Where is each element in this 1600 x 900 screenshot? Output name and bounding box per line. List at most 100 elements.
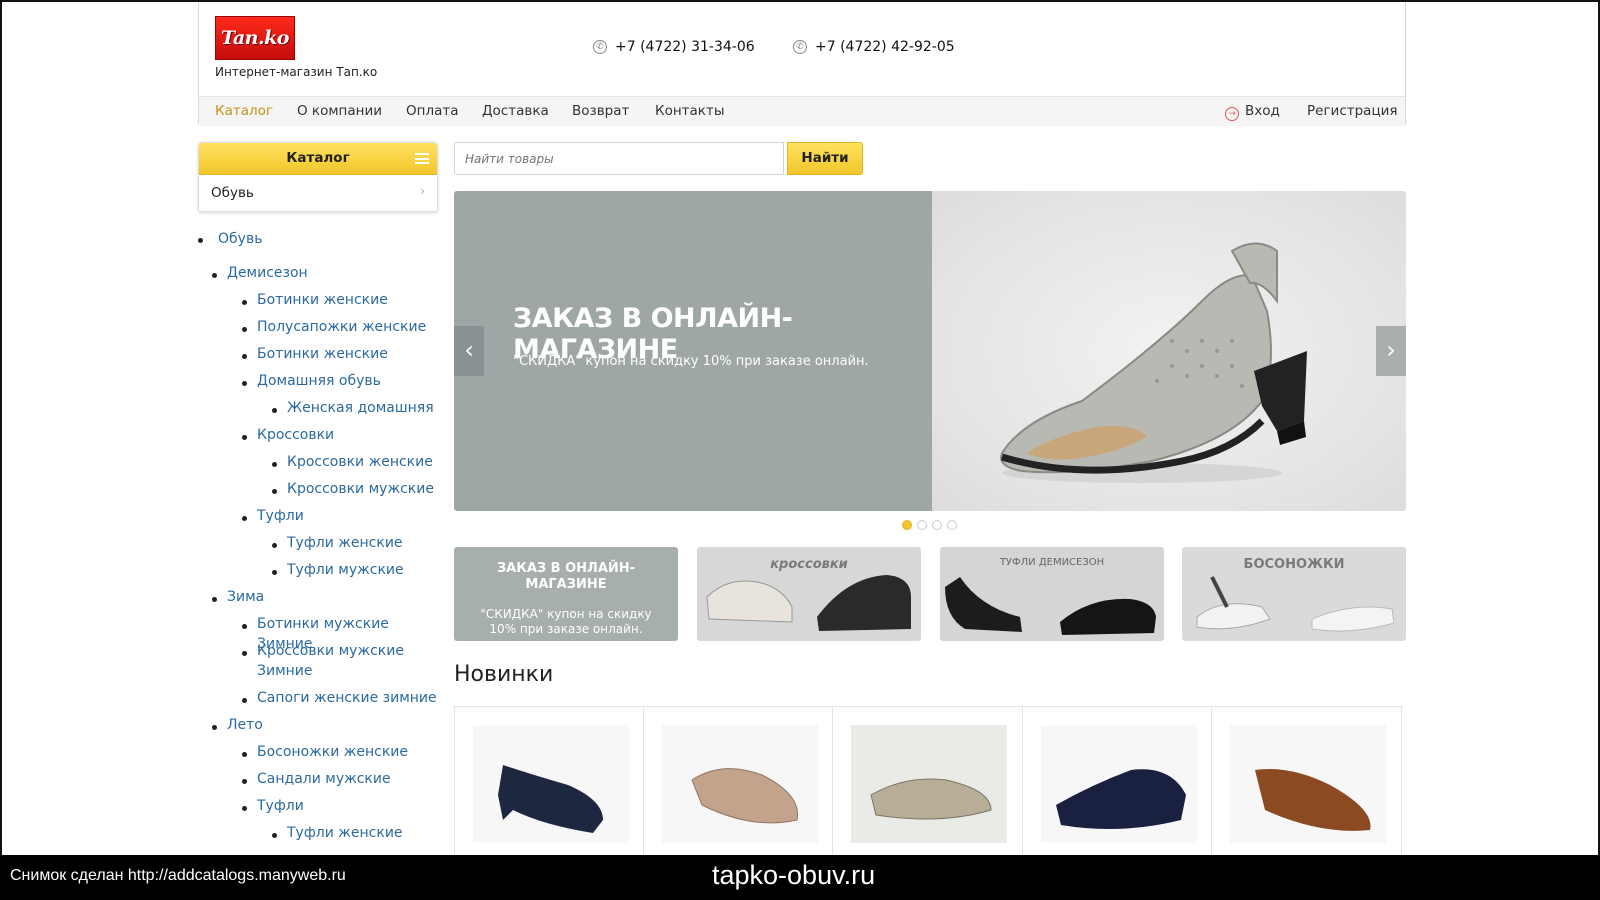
logo-text: Tan.ko (221, 27, 289, 49)
tree-item[interactable]: Лето (227, 716, 263, 736)
tree-link[interactable]: Туфли (257, 798, 304, 814)
slide-subtitle: "СКИДКА" купон на скидку 10% при заказе … (513, 354, 869, 369)
tree-item[interactable]: Сапоги женские зимние (257, 689, 437, 709)
slider-dot[interactable] (947, 520, 957, 530)
nav-delivery[interactable]: Доставка (482, 103, 549, 119)
banner-title: ЗАКАЗ В ОНЛАЙН-МАГАЗИНЕ (496, 561, 636, 592)
tree-link[interactable]: Кроссовки мужские (287, 481, 434, 497)
tree-item[interactable]: Женская домашняя (287, 399, 434, 419)
tree-item[interactable]: Кроссовки мужские Зимние (257, 642, 427, 681)
nav-returns[interactable]: Возврат (572, 103, 629, 119)
tree-item[interactable]: Туфли женские (287, 534, 403, 554)
tree-link[interactable]: Ботинки женские (257, 292, 388, 308)
nav-about[interactable]: О компании (297, 103, 382, 119)
product-image[interactable] (473, 725, 629, 843)
phone-1[interactable]: ✆ +7 (4722) 31-34-06 (593, 39, 755, 55)
hero-slider: ЗАКАЗ В ОНЛАЙН-МАГАЗИНЕ "СКИДКА" купон н… (454, 191, 1406, 511)
tree-item[interactable]: Демисезон (227, 264, 308, 284)
slider-prev-button[interactable]: ‹ (454, 326, 484, 376)
tree-item[interactable]: Полусапожки женские (257, 318, 426, 338)
tree-link[interactable]: Сандали мужские (257, 771, 391, 787)
tree-item[interactable]: Ботинки женские (257, 291, 388, 311)
banner-online-order[interactable]: ЗАКАЗ В ОНЛАЙН-МАГАЗИНЕ "СКИДКА" купон н… (454, 547, 678, 641)
tree-link-demiseason[interactable]: Демисезон (227, 265, 308, 281)
slider-next-button[interactable]: › (1376, 326, 1406, 376)
bullet (212, 725, 217, 730)
banner-demiseason-shoes[interactable]: ТУФЛИ ДЕМИСЕЗОН (940, 547, 1164, 641)
search-button[interactable]: Найти (787, 142, 863, 175)
tree-link[interactable]: Ботинки женские (257, 346, 388, 362)
browser-frame: Tan.ko Интернет-магазин Тап.ко ✆ +7 (472… (0, 0, 1600, 855)
tree-item[interactable]: Домашняя обувь (257, 372, 381, 392)
bullet (242, 651, 247, 656)
search-input[interactable] (454, 142, 784, 175)
tree-item[interactable]: Ботинки женские (257, 345, 388, 365)
bullet (242, 752, 247, 757)
tree-item[interactable]: Зима (227, 588, 264, 608)
bullet (242, 779, 247, 784)
tree-item[interactable]: Обувь (218, 230, 262, 250)
site-logo[interactable]: Tan.ko (215, 16, 295, 60)
product-image[interactable] (1229, 725, 1386, 843)
slider-dot[interactable] (917, 520, 927, 530)
tree-link[interactable]: Женская домашняя (287, 400, 434, 416)
product-image[interactable] (662, 725, 819, 843)
tree-item[interactable]: Туфли (257, 797, 304, 817)
product-image[interactable] (1040, 725, 1197, 843)
bullet (242, 300, 247, 305)
slider-pagination (902, 520, 957, 530)
catalog-item-shoes[interactable]: Обувь › (199, 175, 437, 211)
phone-number: +7 (4722) 31-34-06 (615, 39, 755, 55)
login-link[interactable]: → Вход (1225, 103, 1280, 121)
tree-link[interactable]: Кроссовки мужские Зимние (257, 643, 404, 679)
tree-link[interactable]: Сапоги женские зимние (257, 690, 437, 706)
tree-link[interactable]: Туфли женские (287, 535, 403, 551)
bullet (242, 698, 247, 703)
tree-item[interactable]: Кроссовки (257, 426, 334, 446)
tree-link-winter[interactable]: Зима (227, 589, 264, 605)
tree-link-shoes[interactable]: Обувь (218, 231, 262, 247)
tree-item[interactable]: Туфли (257, 507, 304, 527)
shoe-image (1254, 769, 1371, 831)
tree-item[interactable]: Босоножки женские (257, 743, 408, 763)
nav-payment[interactable]: Оплата (406, 103, 459, 119)
product-card[interactable] (455, 707, 645, 855)
tree-link[interactable]: Кроссовки женские (287, 454, 433, 470)
tree-link[interactable]: Босоножки женские (257, 744, 408, 760)
banner-sandals[interactable]: БОСОНОЖКИ (1182, 547, 1406, 641)
tree-link-summer[interactable]: Лето (227, 717, 263, 733)
tree-link[interactable]: Туфли (257, 508, 304, 524)
screenshot-caption-bar: Снимок сделан http://addcatalogs.manyweb… (0, 855, 1600, 900)
tree-link[interactable]: Полусапожки женские (257, 319, 426, 335)
register-link[interactable]: Регистрация (1307, 103, 1398, 119)
product-grid (454, 706, 1402, 855)
tree-link[interactable]: Кроссовки (257, 427, 334, 443)
login-icon: → (1225, 107, 1239, 121)
tree-item[interactable]: Туфли мужские (287, 561, 404, 581)
bullet (242, 354, 247, 359)
catalog-header[interactable]: Каталог (199, 143, 437, 175)
shoe-image (1055, 769, 1186, 829)
nav-contacts[interactable]: Контакты (655, 103, 724, 119)
slider-dot[interactable] (932, 520, 942, 530)
tree-item[interactable]: Кроссовки мужские (287, 480, 434, 500)
phone-2[interactable]: ✆ +7 (4722) 42-92-05 (793, 39, 955, 55)
banner-sneakers[interactable]: кроссовки (697, 547, 921, 641)
slider-dot[interactable] (902, 520, 912, 530)
tree-link[interactable]: Туфли женские (287, 825, 403, 841)
screenshot-note: Снимок сделан http://addcatalogs.manyweb… (10, 867, 346, 884)
bullet (242, 381, 247, 386)
product-card[interactable] (644, 707, 834, 855)
tree-item[interactable]: Кроссовки женские (287, 453, 433, 473)
tree-link[interactable]: Туфли мужские (287, 562, 404, 578)
tree-link[interactable]: Домашняя обувь (257, 373, 381, 389)
bullet (242, 806, 247, 811)
product-card[interactable] (1023, 707, 1212, 855)
nav-catalog[interactable]: Каталог (215, 103, 273, 119)
product-image[interactable] (851, 725, 1008, 843)
tree-item[interactable]: Туфли женские (287, 824, 403, 844)
product-card[interactable] (1212, 707, 1401, 855)
product-card[interactable] (833, 707, 1023, 855)
tree-item[interactable]: Сандали мужские (257, 770, 391, 790)
bullet (242, 516, 247, 521)
